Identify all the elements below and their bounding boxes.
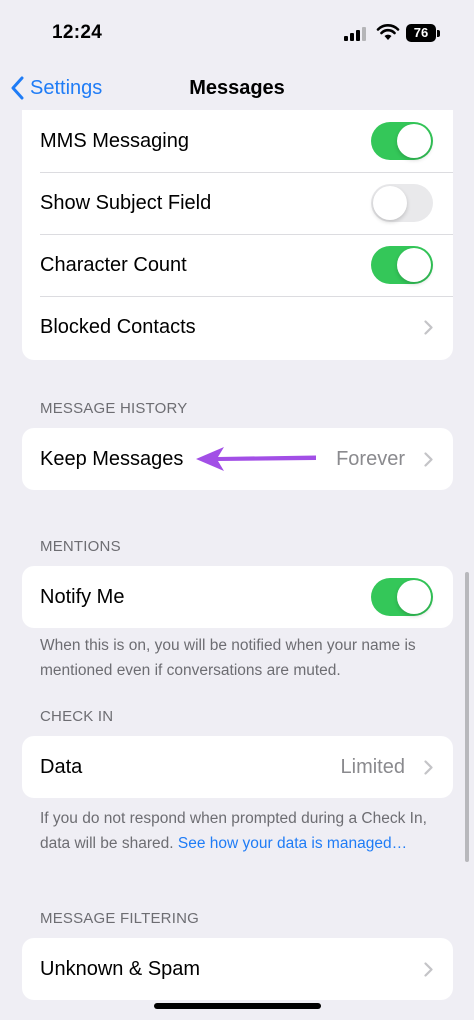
- mms-messaging-row: MMS Messaging: [22, 110, 453, 172]
- toggle-knob: [373, 186, 407, 220]
- show-subject-field-row: Show Subject Field: [22, 172, 453, 234]
- mentions-group: Notify Me: [22, 566, 453, 628]
- notify-me-label: Notify Me: [40, 585, 125, 608]
- keep-messages-value: Forever: [336, 447, 405, 470]
- data-management-link[interactable]: See how your data is managed…: [178, 835, 407, 852]
- chevron-right-icon: [424, 760, 433, 775]
- scrollbar[interactable]: [465, 572, 469, 862]
- keep-messages-label: Keep Messages: [40, 447, 184, 470]
- mms-messaging-label: MMS Messaging: [40, 129, 189, 152]
- status-time: 12:24: [52, 22, 103, 43]
- blocked-contacts-label: Blocked Contacts: [40, 315, 196, 338]
- notify-me-toggle[interactable]: [371, 578, 433, 616]
- character-count-toggle[interactable]: [371, 246, 433, 284]
- data-row[interactable]: Data Limited: [22, 736, 453, 798]
- show-subject-field-label: Show Subject Field: [40, 191, 212, 214]
- cellular-signal-icon: [344, 27, 366, 41]
- mentions-header: MENTIONS: [40, 538, 121, 555]
- status-bar: 12:24 76: [0, 0, 474, 66]
- data-value: Limited: [340, 755, 405, 778]
- chevron-right-icon: [424, 452, 433, 467]
- sms-settings-group: MMS Messaging Show Subject Field Charact…: [22, 110, 453, 360]
- mms-messaging-toggle[interactable]: [371, 122, 433, 160]
- character-count-label: Character Count: [40, 253, 187, 276]
- unknown-spam-label: Unknown & Spam: [40, 957, 201, 980]
- nav-bar: Settings Messages: [0, 66, 474, 110]
- unknown-spam-row[interactable]: Unknown & Spam: [22, 938, 453, 1000]
- battery-icon: 76: [406, 24, 436, 42]
- mentions-footnote: When this is on, you will be notified wh…: [40, 637, 416, 679]
- toggle-knob: [397, 580, 431, 614]
- annotation-arrow-icon: [196, 447, 316, 471]
- blocked-contacts-row[interactable]: Blocked Contacts: [22, 296, 453, 358]
- check-in-footnote: If you do not respond when prompted duri…: [40, 806, 440, 856]
- check-in-group: Data Limited: [22, 736, 453, 798]
- message-filtering-group: Unknown & Spam: [22, 938, 453, 1000]
- page-title: Messages: [189, 77, 285, 99]
- home-indicator[interactable]: [154, 1003, 321, 1009]
- chevron-right-icon: [424, 320, 433, 335]
- data-label: Data: [40, 755, 83, 778]
- chevron-right-icon: [424, 962, 433, 977]
- wifi-icon: [376, 24, 400, 40]
- message-history-header: MESSAGE HISTORY: [40, 400, 188, 417]
- message-filtering-header: MESSAGE FILTERING: [40, 910, 199, 927]
- toggle-knob: [397, 124, 431, 158]
- toggle-knob: [397, 248, 431, 282]
- check-in-header: CHECK IN: [40, 708, 114, 725]
- character-count-row: Character Count: [22, 234, 453, 296]
- notify-me-row: Notify Me: [22, 566, 453, 628]
- show-subject-field-toggle[interactable]: [371, 184, 433, 222]
- battery-nub: [437, 30, 440, 37]
